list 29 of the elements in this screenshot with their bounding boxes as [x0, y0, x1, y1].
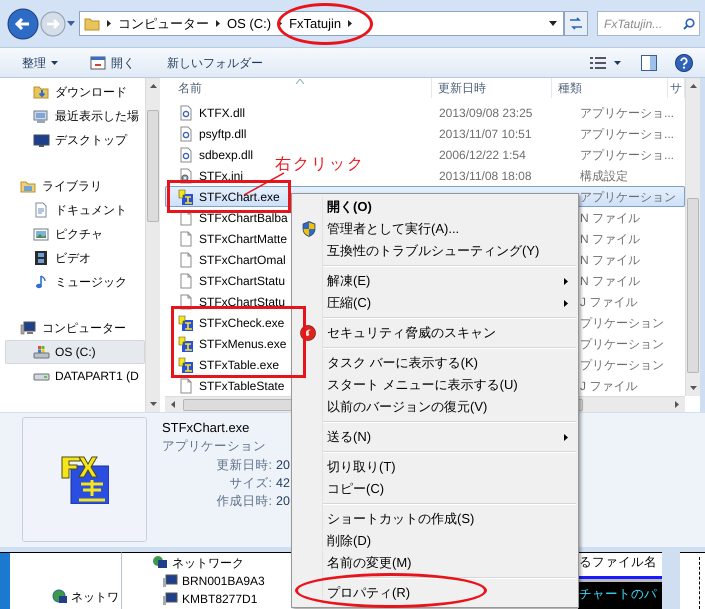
date-modified: 2013/11/07 10:51 — [439, 126, 532, 140]
file-type: N ファイル — [580, 252, 640, 266]
file-type: N ファイル — [580, 274, 640, 288]
file-type: アプリケーショ... — [580, 126, 674, 140]
file-type: J ファイル — [580, 294, 638, 308]
file-type: アプリケーション — [162, 438, 267, 455]
date-modified: 2013/11/08 18:08 — [439, 168, 532, 182]
field-label: 作成日時: — [216, 493, 272, 510]
file-type: プリケーション — [580, 316, 664, 330]
field-value: 20 — [275, 493, 290, 510]
file-type: 構成設定 — [580, 168, 628, 182]
file-type: プリケーション — [580, 336, 664, 350]
file-type: プリケーション — [580, 358, 664, 372]
file-type: N ファイル — [580, 232, 640, 246]
file-name: STFxChart.exe — [162, 419, 250, 437]
field-label: サイズ: — [228, 475, 272, 492]
file-type: アプリケーショ... — [580, 148, 674, 162]
file-type: J ファイル — [580, 378, 638, 392]
annotation-label: 右クリック — [275, 155, 365, 175]
field-label: 更新日時: — [216, 457, 272, 474]
file-type: N ファイル — [580, 210, 640, 224]
field-value: 42 — [275, 475, 290, 492]
document-text: るファイル名 — [578, 554, 658, 571]
date-modified: 2006/12/22 1:54 — [439, 148, 526, 162]
field-value: 20 — [275, 457, 290, 474]
highlighted-text: チャートのパ — [578, 582, 662, 609]
file-type: アプリケーション — [580, 190, 676, 204]
date-modified: 2013/09/08 23:25 — [439, 106, 532, 120]
file-type: アプリケーショ... — [580, 106, 674, 120]
